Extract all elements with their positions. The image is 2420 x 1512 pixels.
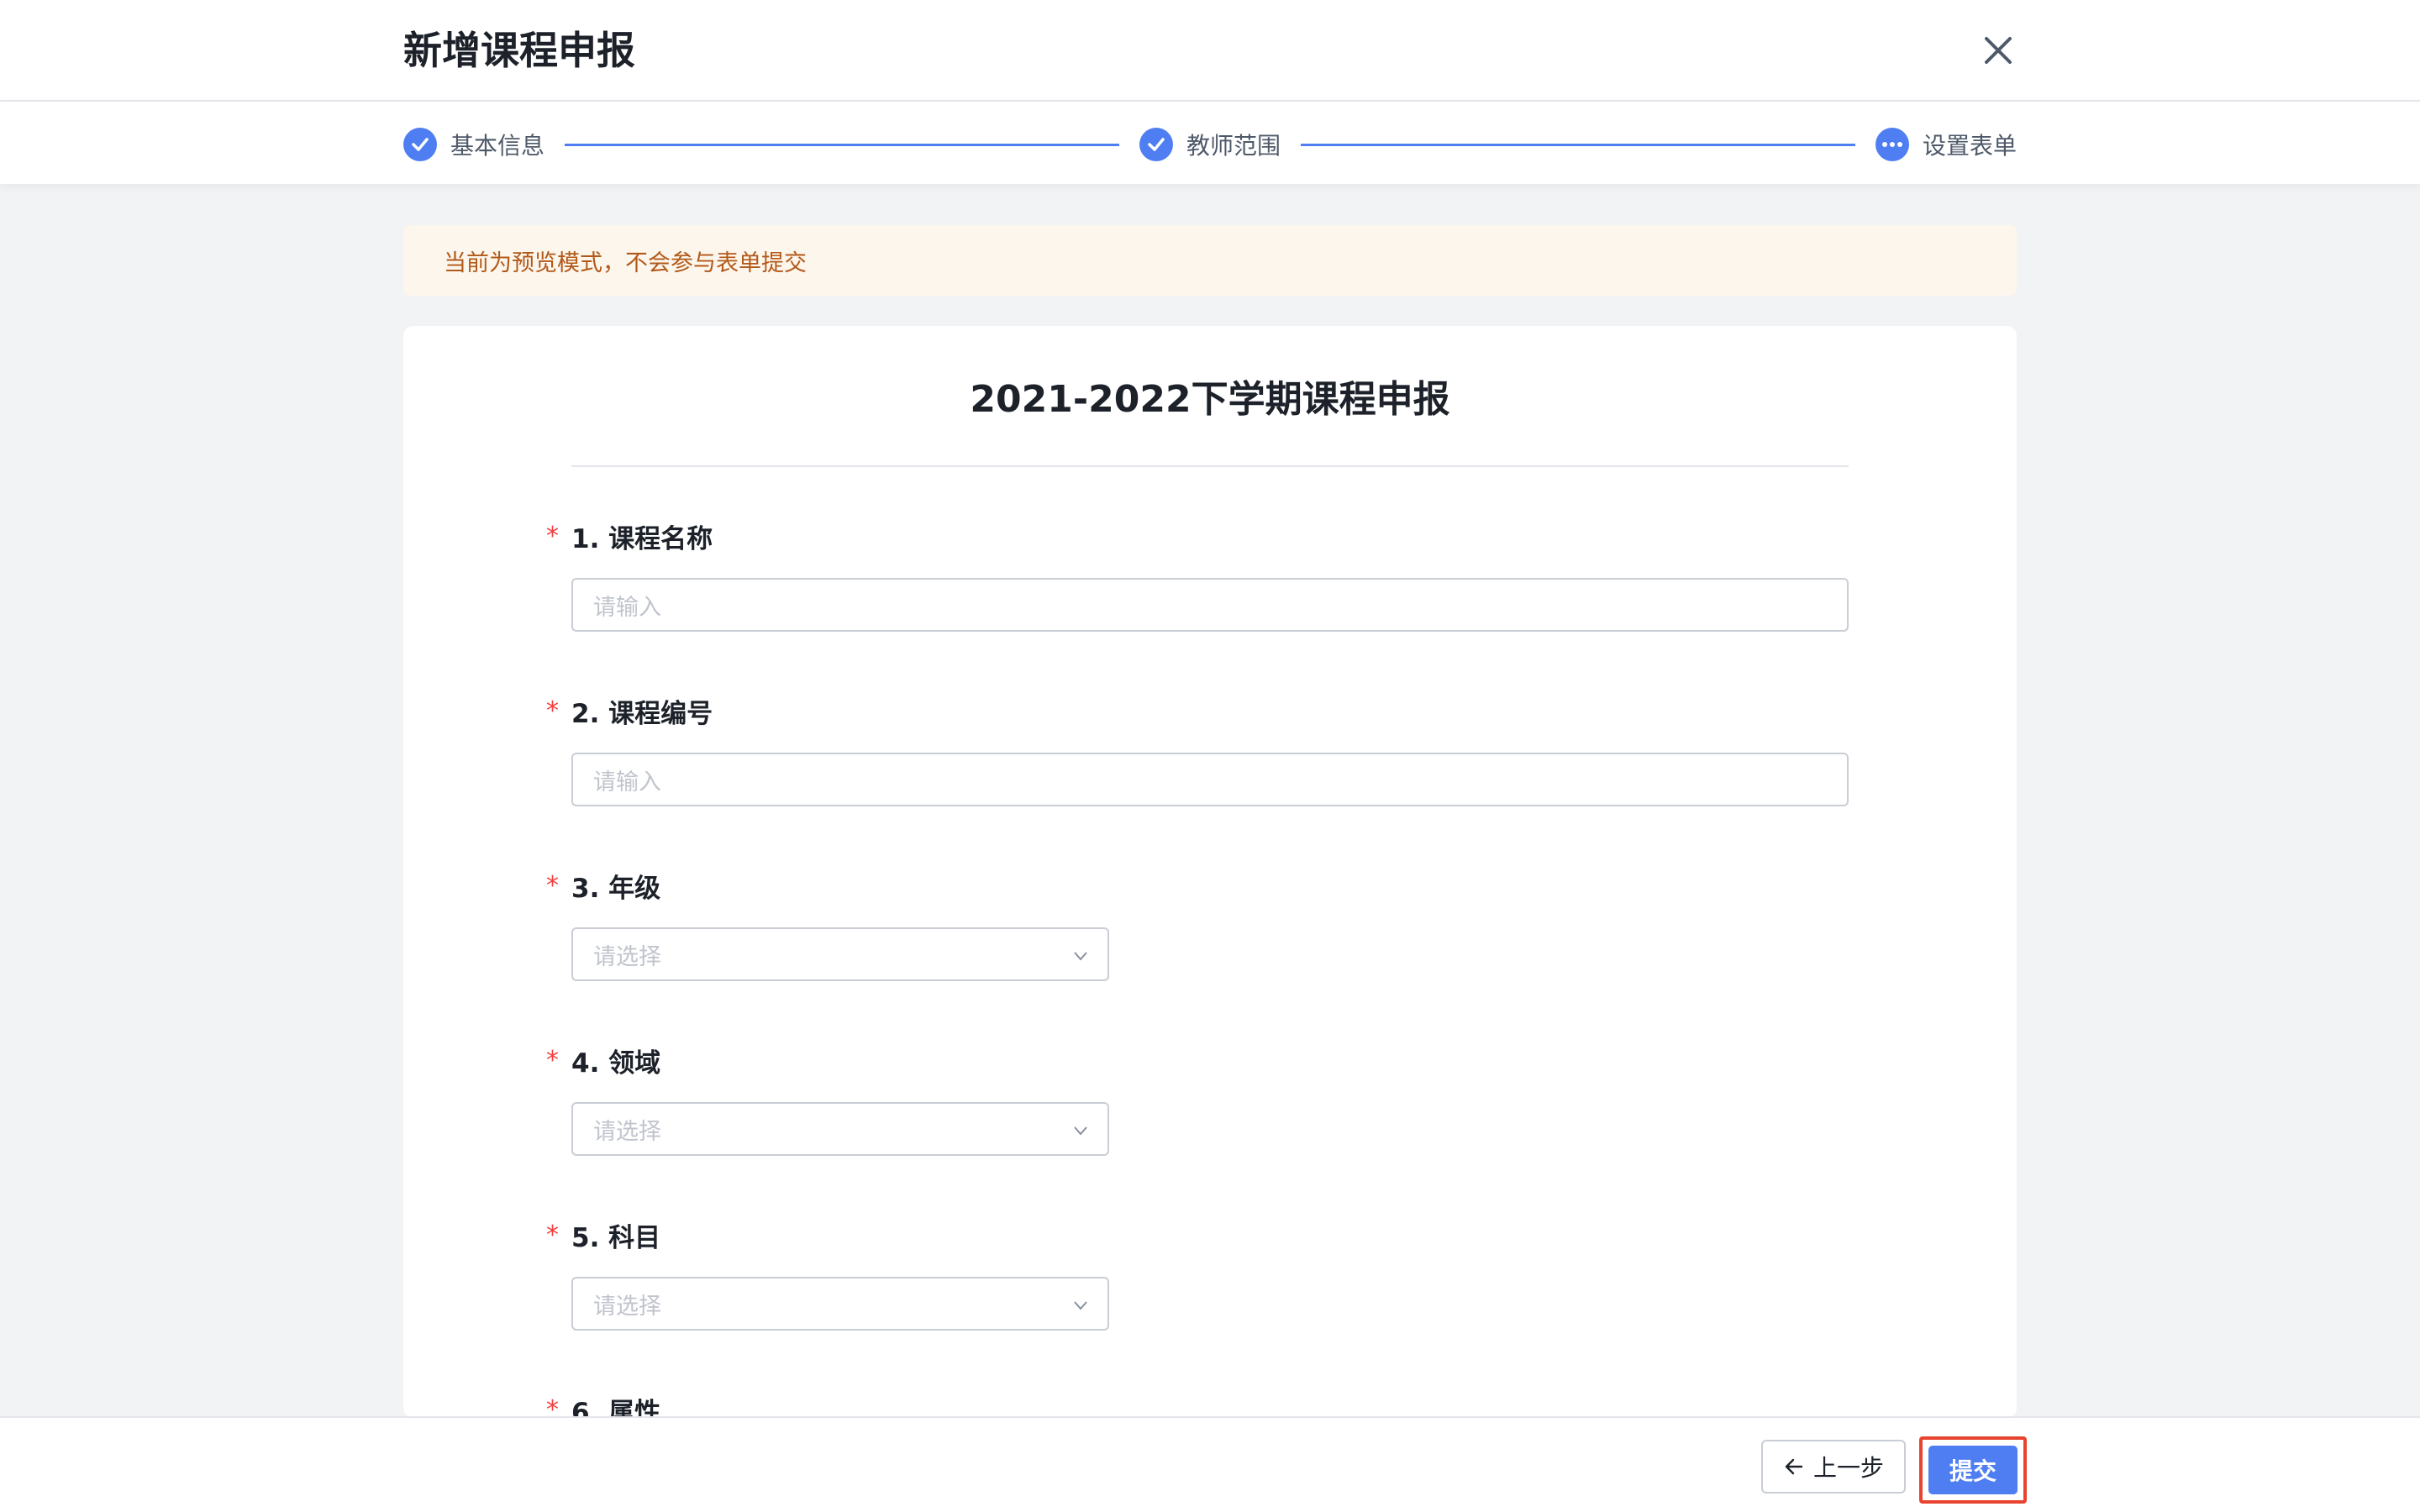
step-basic-info[interactable]: 基本信息	[403, 127, 544, 162]
close-button[interactable]	[1978, 30, 2018, 71]
required-mark: *	[546, 1220, 559, 1250]
steps-bar: 基本信息 教师范围 设置表单	[0, 102, 2420, 184]
chevron-down-icon	[1074, 1126, 1087, 1136]
prev-step-label: 上一步	[1812, 1454, 1884, 1482]
required-mark: *	[546, 521, 559, 551]
step-label: 基本信息	[450, 132, 545, 160]
select-placeholder: 请选择	[593, 943, 661, 970]
check-icon	[1139, 128, 1173, 161]
course-code-input[interactable]: 请输入	[571, 753, 1849, 806]
form-card: 2021-2022下学期课程申报 * 1. 课程名称 请输入 * 2. 课程编号…	[403, 326, 2017, 1418]
modal-page: 新增课程申报 基本信息 教师范围 设置表单 当前为预览模式，不会参与表单提交 2…	[0, 0, 2420, 1512]
field-grade: * 3. 年级 请选择	[546, 869, 1109, 981]
step-label: 设置表单	[1923, 132, 2018, 160]
submit-highlight: 提交	[1919, 1436, 2027, 1504]
select-placeholder: 请选择	[593, 1293, 661, 1320]
arrow-left-icon	[1785, 1458, 1803, 1475]
field-domain: * 4. 领域 请选择	[546, 1043, 1109, 1156]
footer-bar: 上一步 提交	[0, 1416, 2420, 1512]
field-course-code: * 2. 课程编号 请输入	[546, 694, 1849, 806]
step-connector	[565, 144, 1119, 146]
grade-select[interactable]: 请选择	[571, 927, 1109, 981]
required-mark: *	[546, 1045, 559, 1075]
prev-step-button[interactable]: 上一步	[1761, 1440, 1906, 1494]
page-title: 新增课程申报	[403, 28, 635, 73]
domain-select[interactable]: 请选择	[571, 1102, 1109, 1156]
field-course-name: * 1. 课程名称 请输入	[546, 519, 1849, 632]
select-placeholder: 请选择	[593, 1118, 661, 1145]
subject-select[interactable]: 请选择	[571, 1277, 1109, 1331]
field-subject: * 5. 科目 请选择	[546, 1218, 1109, 1331]
field-label: 4. 领域	[571, 1047, 661, 1079]
preview-notice: 当前为预览模式，不会参与表单提交	[403, 225, 2017, 296]
required-mark: *	[546, 870, 559, 900]
step-setup-form[interactable]: 设置表单	[1876, 127, 2017, 162]
input-placeholder: 请输入	[593, 769, 661, 795]
input-placeholder: 请输入	[593, 594, 661, 621]
check-icon	[403, 128, 437, 161]
field-label: 2. 课程编号	[571, 698, 713, 729]
chevron-down-icon	[1074, 952, 1087, 961]
field-attribute: * 6. 属性	[546, 1393, 661, 1419]
required-mark: *	[546, 696, 559, 726]
more-dots-icon	[1876, 128, 1909, 161]
field-label: 5. 科目	[571, 1222, 661, 1253]
divider	[571, 465, 1849, 467]
step-connector	[1301, 144, 1855, 146]
close-icon	[1985, 37, 2012, 64]
chevron-down-icon	[1074, 1301, 1087, 1310]
step-label: 教师范围	[1186, 132, 1281, 160]
required-mark: *	[546, 1394, 559, 1419]
field-label: 1. 课程名称	[571, 523, 713, 554]
course-name-input[interactable]: 请输入	[571, 578, 1849, 632]
field-label: 3. 年级	[571, 873, 661, 904]
field-label: 6. 属性	[571, 1397, 661, 1419]
form-title: 2021-2022下学期课程申报	[970, 378, 1450, 421]
submit-button[interactable]: 提交	[1928, 1446, 2018, 1494]
step-teacher-scope[interactable]: 教师范围	[1139, 127, 1281, 162]
header-bar: 新增课程申报	[0, 0, 2420, 102]
